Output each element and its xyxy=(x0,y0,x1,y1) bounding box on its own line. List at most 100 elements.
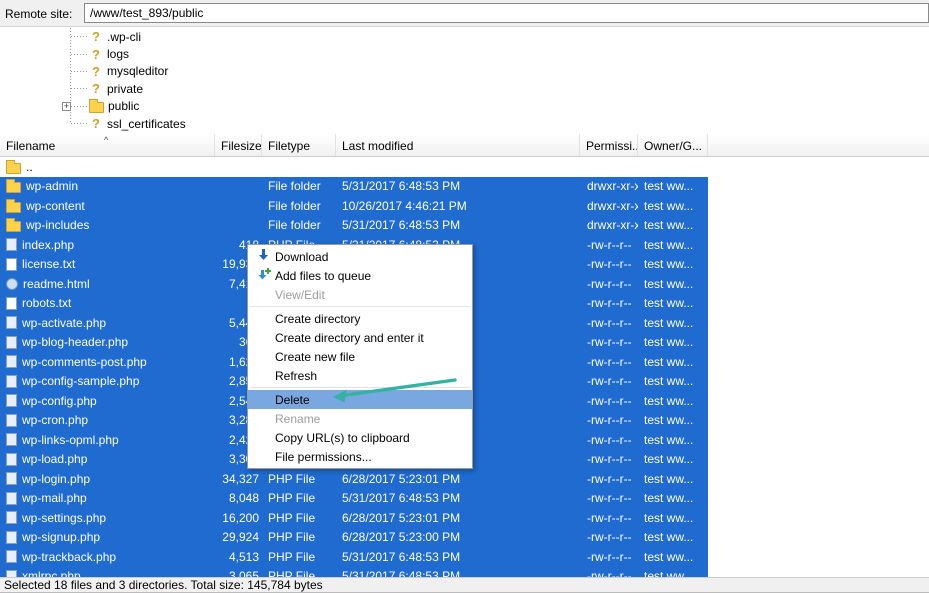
menu-item-copy-url-s-to-clipboard[interactable]: Copy URL(s) to clipboard xyxy=(248,428,472,447)
modified-cell: 5/31/2017 6:48:53 PM xyxy=(336,179,580,193)
filename-cell: wp-login.php xyxy=(0,472,215,486)
filename-cell: wp-blog-header.php xyxy=(0,335,215,349)
perms-cell: -rw-r--r-- xyxy=(580,569,638,577)
column-header-last-modified[interactable]: Last modified xyxy=(336,134,580,156)
column-header-permissi[interactable]: Permissi... xyxy=(580,134,638,156)
owner-cell: test ww... xyxy=(638,257,708,271)
filename-label: wp-trackback.php xyxy=(22,550,116,564)
folder-icon xyxy=(6,163,21,174)
filename-label: wp-login.php xyxy=(22,472,90,486)
filename-label: wp-comments-post.php xyxy=(22,355,147,369)
perms-cell: -rw-r--r-- xyxy=(580,452,638,466)
question-icon: ? xyxy=(89,47,103,62)
file-row-wp-login-php[interactable]: wp-login.php34,327PHP File6/28/2017 5:23… xyxy=(0,469,708,489)
modified-cell: 6/28/2017 5:23:01 PM xyxy=(336,472,580,486)
txt-file-icon xyxy=(6,297,17,310)
remote-site-combobox[interactable]: /www/test_893/public xyxy=(84,3,929,23)
tree-item-label: private xyxy=(107,82,143,96)
tree-item-wp-cli[interactable]: ?.wp-cli xyxy=(0,28,929,45)
perms-cell: -rw-r--r-- xyxy=(580,296,638,310)
php-file-icon xyxy=(6,238,17,251)
menu-item-rename[interactable]: Rename xyxy=(248,409,472,428)
column-header-filetype[interactable]: Filetype xyxy=(262,134,336,156)
owner-cell: test ww... xyxy=(638,355,708,369)
menu-item-refresh[interactable]: Refresh xyxy=(248,366,472,385)
owner-cell: test ww... xyxy=(638,569,708,577)
modified-cell: 6/28/2017 5:23:00 PM xyxy=(336,530,580,544)
file-list-header: Filename^FilesizeFiletypeLast modifiedPe… xyxy=(0,134,929,157)
question-icon: ? xyxy=(89,29,103,44)
column-header-owner-g[interactable]: Owner/G... xyxy=(638,134,708,156)
file-row-xmlrpc-php[interactable]: xmlrpc.php3,065PHP File5/31/2017 6:48:53… xyxy=(0,567,708,578)
perms-cell: -rw-r--r-- xyxy=(580,257,638,271)
perms-cell: -rw-r--r-- xyxy=(580,530,638,544)
file-row-wp-signup-php[interactable]: wp-signup.php29,924PHP File6/28/2017 5:2… xyxy=(0,528,708,548)
type-cell: PHP File xyxy=(262,511,336,525)
filename-cell: wp-content xyxy=(0,199,215,213)
filename-cell: wp-cron.php xyxy=(0,413,215,427)
filename-cell: wp-links-opml.php xyxy=(0,433,215,447)
menu-item-create-new-file[interactable]: Create new file xyxy=(248,347,472,366)
column-header-filesize[interactable]: Filesize xyxy=(215,134,262,156)
menu-item-delete[interactable]: Delete xyxy=(248,390,472,409)
tree-item-public[interactable]: +public xyxy=(0,98,929,115)
menu-item-label: Copy URL(s) to clipboard xyxy=(275,431,410,445)
file-row-[interactable]: .. xyxy=(0,157,708,177)
file-row-wp-settings-php[interactable]: wp-settings.php16,200PHP File6/28/2017 5… xyxy=(0,508,708,528)
tree-item-logs[interactable]: ?logs xyxy=(0,45,929,62)
tree-item-ssl-certificates[interactable]: ?ssl_certificates xyxy=(0,115,929,132)
filename-label: wp-blog-header.php xyxy=(22,335,128,349)
php-file-icon xyxy=(6,550,17,563)
owner-cell: test ww... xyxy=(638,238,708,252)
owner-cell: test ww... xyxy=(638,394,708,408)
owner-cell: test ww... xyxy=(638,472,708,486)
filename-label: xmlrpc.php xyxy=(22,569,81,577)
owner-cell: test ww... xyxy=(638,277,708,291)
size-cell: 16,200 xyxy=(215,511,262,525)
owner-cell: test ww... xyxy=(638,452,708,466)
menu-item-view-edit[interactable]: View/Edit xyxy=(248,285,472,304)
file-row-wp-includes[interactable]: wp-includesFile folder5/31/2017 6:48:53 … xyxy=(0,216,708,236)
size-cell: 3,065 xyxy=(215,569,262,577)
column-header-filename[interactable]: Filename^ xyxy=(0,134,215,156)
perms-cell: -rw-r--r-- xyxy=(580,355,638,369)
filename-label: wp-mail.php xyxy=(22,491,87,505)
tree-item-label: mysqleditor xyxy=(107,64,168,78)
size-cell: 4,513 xyxy=(215,550,262,564)
filename-cell: index.php xyxy=(0,238,215,252)
owner-cell: test ww... xyxy=(638,530,708,544)
file-row-wp-admin[interactable]: wp-adminFile folder5/31/2017 6:48:53 PMd… xyxy=(0,177,708,197)
owner-cell: test ww... xyxy=(638,335,708,349)
folder-icon xyxy=(6,182,21,193)
tree-item-mysqleditor[interactable]: ?mysqleditor xyxy=(0,63,929,80)
menu-item-create-directory[interactable]: Create directory xyxy=(248,309,472,328)
menu-item-add-files-to-queue[interactable]: Add files to queue xyxy=(248,266,472,285)
type-cell: File folder xyxy=(262,199,336,213)
file-row-wp-content[interactable]: wp-contentFile folder10/26/2017 4:46:21 … xyxy=(0,196,708,216)
modified-cell: 5/31/2017 6:48:53 PM xyxy=(336,218,580,232)
filename-label: wp-activate.php xyxy=(22,316,106,330)
perms-cell: -rw-r--r-- xyxy=(580,511,638,525)
tree-connector-stub xyxy=(71,71,89,72)
owner-cell: test ww... xyxy=(638,491,708,505)
filename-label: wp-cron.php xyxy=(22,413,88,427)
owner-cell: test ww... xyxy=(638,433,708,447)
menu-item-file-permissions[interactable]: File permissions... xyxy=(248,447,472,466)
tree-item-private[interactable]: ?private xyxy=(0,80,929,97)
tree-connector-stub xyxy=(71,106,89,107)
folder-icon xyxy=(89,102,104,113)
filename-label: readme.html xyxy=(23,277,90,291)
filename-label: license.txt xyxy=(22,257,75,271)
filename-label: .. xyxy=(26,160,33,174)
question-icon: ? xyxy=(89,116,103,131)
filename-label: wp-includes xyxy=(26,218,89,232)
menu-item-download[interactable]: Download xyxy=(248,247,472,266)
file-row-wp-mail-php[interactable]: wp-mail.php8,048PHP File5/31/2017 6:48:5… xyxy=(0,489,708,509)
file-row-wp-trackback-php[interactable]: wp-trackback.php4,513PHP File5/31/2017 6… xyxy=(0,547,708,567)
filename-cell: wp-comments-post.php xyxy=(0,355,215,369)
menu-item-label: Refresh xyxy=(275,369,317,383)
php-file-icon xyxy=(6,531,17,544)
menu-separator xyxy=(250,306,470,307)
perms-cell: -rw-r--r-- xyxy=(580,238,638,252)
menu-item-create-directory-and-enter-it[interactable]: Create directory and enter it xyxy=(248,328,472,347)
